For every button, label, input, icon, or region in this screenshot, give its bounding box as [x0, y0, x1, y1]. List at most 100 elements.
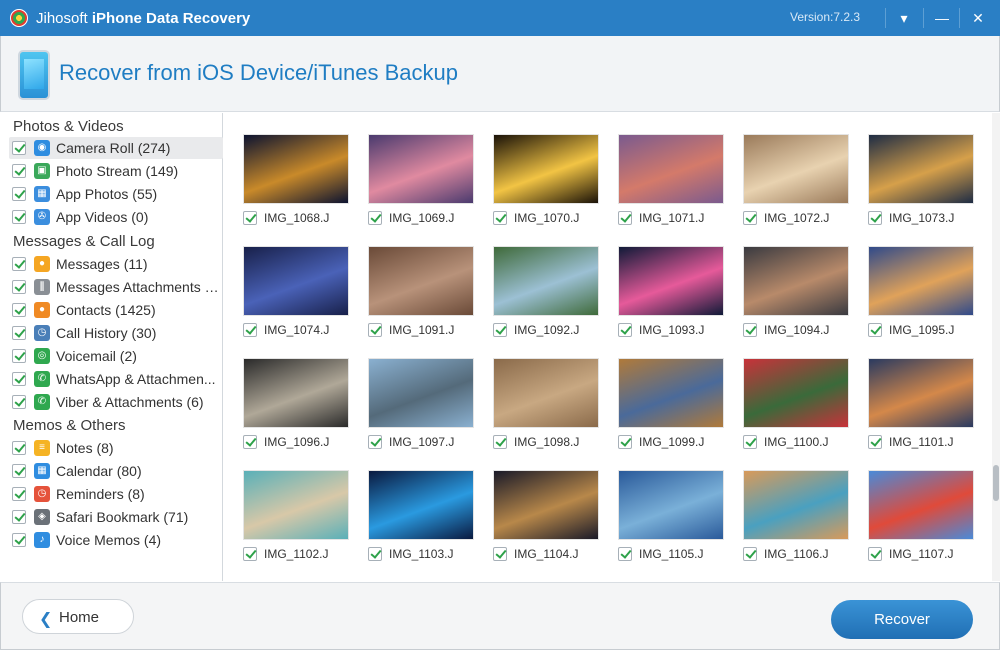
scrollbar-thumb[interactable] [993, 465, 999, 501]
sidebar-item-voice-memos[interactable]: ♪ Voice Memos (4) [9, 529, 223, 551]
checkbox[interactable] [12, 510, 26, 524]
photo-checkbox[interactable] [618, 547, 632, 561]
photo-checkbox[interactable] [743, 547, 757, 561]
photo-tile[interactable]: IMG_1101.J [868, 358, 993, 470]
sidebar-item-safari-bookmark[interactable]: ◈ Safari Bookmark (71) [9, 506, 223, 528]
photo-tile[interactable]: IMG_1100.J [743, 358, 868, 470]
photo-thumbnail[interactable] [243, 134, 349, 204]
sidebar-item-messages[interactable]: ● Messages (11) [9, 253, 223, 275]
sidebar-item-photo-stream[interactable]: ▣ Photo Stream (149) [9, 160, 223, 182]
photo-checkbox[interactable] [243, 211, 257, 225]
photo-tile[interactable]: IMG_1070.J [493, 134, 618, 246]
photo-checkbox[interactable] [868, 211, 882, 225]
home-button[interactable]: ❮ Home [22, 599, 134, 634]
photo-thumbnail[interactable] [618, 358, 724, 428]
photo-thumbnail[interactable] [368, 358, 474, 428]
photo-checkbox[interactable] [493, 547, 507, 561]
photo-thumbnail[interactable] [743, 246, 849, 316]
sidebar-item-contacts[interactable]: ● Contacts (1425) [9, 299, 223, 321]
grid-scrollbar[interactable] [992, 113, 1000, 581]
photo-checkbox[interactable] [743, 211, 757, 225]
sidebar-item-app-videos[interactable]: ✇ App Videos (0) [9, 206, 223, 228]
photo-thumbnail[interactable] [243, 470, 349, 540]
photo-tile[interactable]: IMG_1074.J [243, 246, 368, 358]
photo-tile[interactable]: IMG_1106.J [743, 470, 868, 581]
photo-thumbnail[interactable] [243, 358, 349, 428]
photo-thumbnail[interactable] [868, 134, 974, 204]
photo-thumbnail[interactable] [618, 246, 724, 316]
checkbox[interactable] [12, 464, 26, 478]
checkbox[interactable] [12, 210, 26, 224]
sidebar-item-camera-roll[interactable]: ◉ Camera Roll (274) [9, 137, 223, 159]
photo-tile[interactable]: IMG_1068.J [243, 134, 368, 246]
checkbox[interactable] [12, 141, 26, 155]
photo-checkbox[interactable] [743, 323, 757, 337]
photo-checkbox[interactable] [618, 323, 632, 337]
photo-tile[interactable]: IMG_1096.J [243, 358, 368, 470]
photo-thumbnail[interactable] [743, 358, 849, 428]
photo-checkbox[interactable] [493, 323, 507, 337]
sidebar-item-notes[interactable]: ≡ Notes (8) [9, 437, 223, 459]
photo-checkbox[interactable] [493, 211, 507, 225]
checkbox[interactable] [12, 164, 26, 178]
photo-checkbox[interactable] [368, 323, 382, 337]
recover-button[interactable]: Recover [831, 600, 973, 639]
photo-checkbox[interactable] [368, 211, 382, 225]
photo-tile[interactable]: IMG_1091.J [368, 246, 493, 358]
photo-tile[interactable]: IMG_1104.J [493, 470, 618, 581]
photo-checkbox[interactable] [493, 435, 507, 449]
photo-checkbox[interactable] [618, 435, 632, 449]
photo-tile[interactable]: IMG_1105.J [618, 470, 743, 581]
sidebar-item-call-history[interactable]: ◷ Call History (30) [9, 322, 223, 344]
checkbox[interactable] [12, 257, 26, 271]
checkbox[interactable] [12, 441, 26, 455]
photo-thumbnail[interactable] [243, 246, 349, 316]
photo-checkbox[interactable] [368, 547, 382, 561]
sidebar-item-messages-attachments[interactable]: ∥ Messages Attachments (3) [9, 276, 223, 298]
photo-tile[interactable]: IMG_1097.J [368, 358, 493, 470]
photo-checkbox[interactable] [368, 435, 382, 449]
photo-thumbnail[interactable] [493, 134, 599, 204]
checkbox[interactable] [12, 487, 26, 501]
checkbox[interactable] [12, 280, 26, 294]
sidebar-item-calendar[interactable]: ▦ Calendar (80) [9, 460, 223, 482]
photo-thumbnail[interactable] [618, 470, 724, 540]
photo-thumbnail[interactable] [868, 358, 974, 428]
minimize-button[interactable]: — [925, 0, 959, 36]
checkbox[interactable] [12, 303, 26, 317]
sidebar-item-viber[interactable]: ✆ Viber & Attachments (6) [9, 391, 223, 413]
photo-thumbnail[interactable] [368, 246, 474, 316]
photo-tile[interactable]: IMG_1072.J [743, 134, 868, 246]
photo-checkbox[interactable] [243, 323, 257, 337]
photo-tile[interactable]: IMG_1071.J [618, 134, 743, 246]
photo-tile[interactable]: IMG_1093.J [618, 246, 743, 358]
photo-thumbnail[interactable] [368, 134, 474, 204]
photo-tile[interactable]: IMG_1103.J [368, 470, 493, 581]
photo-tile[interactable]: IMG_1102.J [243, 470, 368, 581]
close-button[interactable]: ✕ [961, 0, 995, 36]
photo-thumbnail[interactable] [743, 470, 849, 540]
photo-thumbnail[interactable] [493, 246, 599, 316]
sidebar-item-voicemail[interactable]: ◎ Voicemail (2) [9, 345, 223, 367]
photo-thumbnail[interactable] [868, 246, 974, 316]
sidebar-item-app-photos[interactable]: ▦ App Photos (55) [9, 183, 223, 205]
photo-checkbox[interactable] [243, 435, 257, 449]
photo-checkbox[interactable] [868, 547, 882, 561]
photo-tile[interactable]: IMG_1073.J [868, 134, 993, 246]
photo-thumbnail[interactable] [743, 134, 849, 204]
checkbox[interactable] [12, 187, 26, 201]
photo-tile[interactable]: IMG_1099.J [618, 358, 743, 470]
checkbox[interactable] [12, 395, 26, 409]
photo-thumbnail[interactable] [493, 470, 599, 540]
photo-checkbox[interactable] [868, 435, 882, 449]
photo-tile[interactable]: IMG_1069.J [368, 134, 493, 246]
photo-thumbnail[interactable] [618, 134, 724, 204]
photo-tile[interactable]: IMG_1094.J [743, 246, 868, 358]
photo-checkbox[interactable] [618, 211, 632, 225]
photo-thumbnail[interactable] [368, 470, 474, 540]
photo-checkbox[interactable] [868, 323, 882, 337]
photo-tile[interactable]: IMG_1095.J [868, 246, 993, 358]
sidebar-item-reminders[interactable]: ◷ Reminders (8) [9, 483, 223, 505]
photo-tile[interactable]: IMG_1107.J [868, 470, 993, 581]
checkbox[interactable] [12, 533, 26, 547]
